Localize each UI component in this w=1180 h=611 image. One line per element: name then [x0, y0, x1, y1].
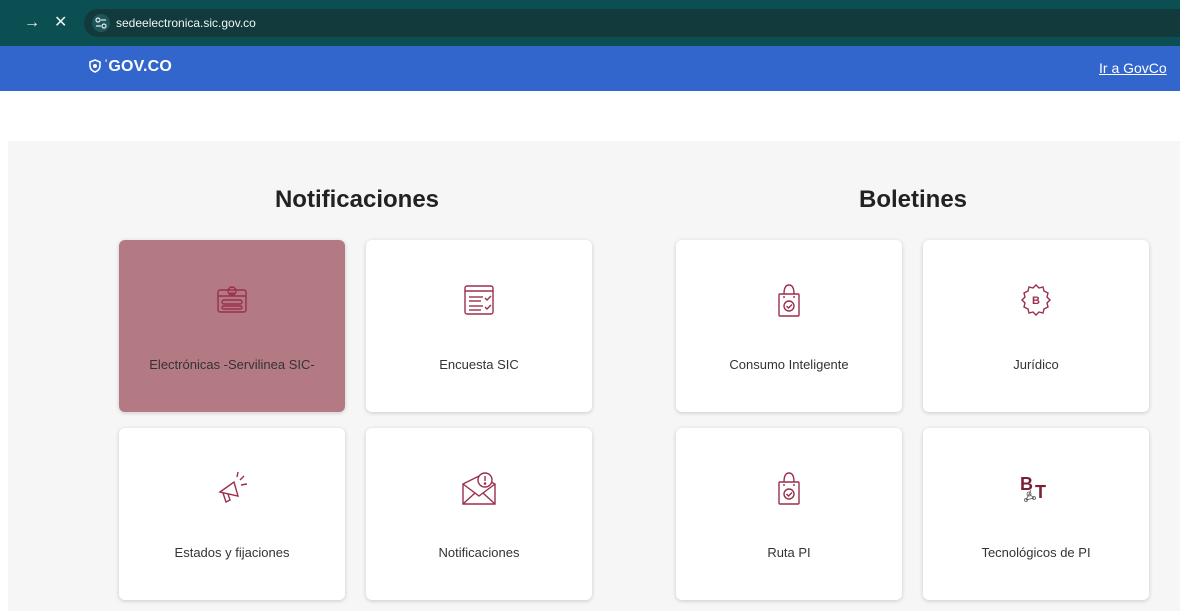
card-notificaciones[interactable]: Notificaciones [366, 428, 592, 600]
url-text: sedeelectronica.sic.gov.co [116, 16, 256, 30]
card-juridico[interactable]: B Jurídico [923, 240, 1149, 412]
card-label: Estados y fijaciones [174, 545, 290, 560]
browser-toolbar: → ✕ sedeelectronica.sic.gov.co [0, 0, 1180, 46]
envelope-alert-icon [461, 470, 497, 506]
card-label: Electrónicas -Servilinea SIC- [149, 357, 315, 372]
megaphone-icon [214, 470, 250, 506]
address-bar[interactable]: sedeelectronica.sic.gov.co [84, 9, 1180, 37]
gov-logo-text: GOV.CO [108, 58, 173, 75]
card-encuesta-sic[interactable]: Encuesta SIC [366, 240, 592, 412]
card-label: Consumo Inteligente [729, 357, 849, 372]
svg-text:B: B [1032, 295, 1040, 307]
card-ruta-pi[interactable]: Ruta PI [676, 428, 902, 600]
id-card-icon [214, 282, 250, 318]
boletines-title: Boletines [858, 186, 968, 213]
card-label: Ruta PI [767, 545, 811, 560]
svg-text:B: B [1020, 474, 1033, 494]
gov-logo[interactable]: 'GOV.CO [88, 58, 172, 76]
shopping-bag-check-icon [771, 282, 807, 318]
go-to-govco-link[interactable]: Ir a GovCo [1099, 60, 1167, 76]
card-label: Tecnológicos de PI [981, 545, 1091, 560]
notificaciones-title: Notificaciones [274, 186, 440, 213]
card-label: Jurídico [1013, 357, 1059, 372]
card-label: Encuesta SIC [439, 357, 519, 372]
card-estados-fijaciones[interactable]: Estados y fijaciones [119, 428, 345, 600]
survey-form-icon [461, 282, 497, 318]
gov-header-bar: 'GOV.CO Ir a GovCo [0, 46, 1180, 91]
site-settings-icon[interactable] [92, 14, 110, 32]
card-electronicas[interactable]: Electrónicas -Servilinea SIC- [119, 240, 345, 412]
card-consumo-inteligente[interactable]: Consumo Inteligente [676, 240, 902, 412]
bt-logo-icon: BT [1018, 470, 1054, 506]
svg-text:T: T [1035, 482, 1046, 502]
badge-b-icon: B [1018, 282, 1054, 318]
gov-shield-icon [89, 59, 101, 73]
card-label: Notificaciones [438, 545, 520, 560]
forward-icon[interactable]: → [24, 14, 40, 32]
card-tecnologicos-pi[interactable]: BT Tecnológicos de PI [923, 428, 1149, 600]
stop-loading-icon[interactable]: ✕ [54, 14, 67, 32]
shopping-bag-check-icon [771, 470, 807, 506]
